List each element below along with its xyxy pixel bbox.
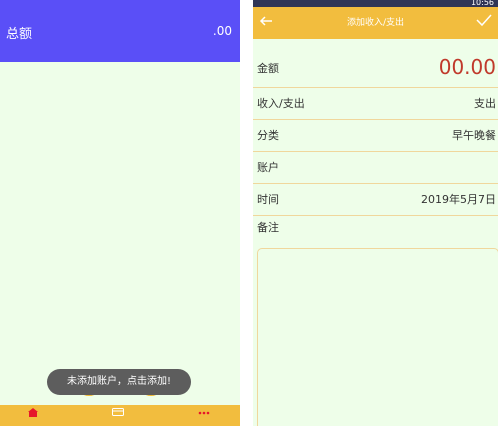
amount-row[interactable]: 金额 00.00 <box>253 51 498 88</box>
amount-value[interactable]: 00.00 <box>439 51 496 83</box>
amount-label: 金额 <box>257 62 279 75</box>
memo-textarea[interactable] <box>257 248 498 426</box>
time-label: 时间 <box>257 193 279 206</box>
home-icon <box>28 408 38 420</box>
more-icon <box>198 408 210 418</box>
nav-item-more[interactable] <box>184 405 224 426</box>
time-row[interactable]: 时间 2019年5月7日 <box>253 184 498 216</box>
total-label: 总额 <box>6 27 33 42</box>
app-header: 添加收入/支出 <box>253 7 498 39</box>
category-value[interactable]: 早午晚餐 <box>452 120 496 151</box>
confirm-check-icon[interactable] <box>476 13 492 31</box>
account-label: 账户 <box>257 161 279 174</box>
time-value[interactable]: 2019年5月7日 <box>421 184 496 215</box>
nav-item-accounts[interactable] <box>98 405 138 426</box>
bottom-navigation <box>0 405 240 426</box>
total-value: .00 <box>212 24 232 38</box>
income-expense-row[interactable]: 收入/支出 支出 <box>253 88 498 120</box>
toast-message[interactable]: 未添加账户，点击添加! <box>47 369 191 395</box>
income-expense-label: 收入/支出 <box>257 97 305 110</box>
add-income-expense-screen: 10:56 添加收入/支出 金额 00.00 收入/支出 支出 分类 早午晚餐 … <box>253 0 498 426</box>
nav-item-home[interactable] <box>14 405 54 426</box>
memo-label: 备注 <box>257 221 279 234</box>
accounts-screen: 总额 .00 未添加账户，点击添加! <box>0 0 240 426</box>
page-title: 添加收入/支出 <box>346 18 405 28</box>
category-row[interactable]: 分类 早午晚餐 <box>253 120 498 152</box>
account-row[interactable]: 账户 <box>253 152 498 184</box>
income-expense-value[interactable]: 支出 <box>474 88 496 119</box>
status-bar: 10:56 <box>253 0 498 7</box>
card-icon <box>112 408 124 419</box>
category-label: 分类 <box>257 129 279 142</box>
total-summary-bar: 总额 .00 <box>0 0 240 62</box>
